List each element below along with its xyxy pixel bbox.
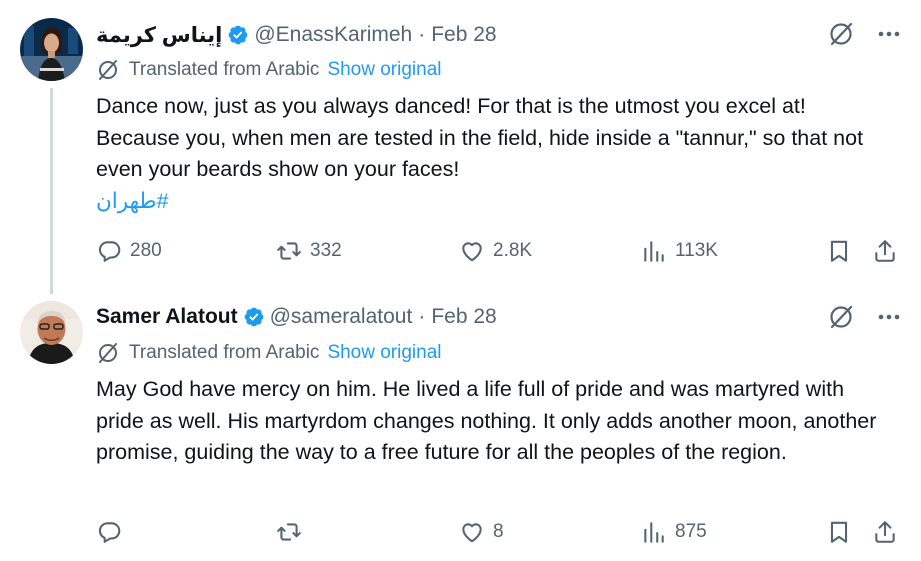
share-button[interactable]	[872, 236, 898, 266]
share-icon	[875, 521, 895, 543]
top-icons	[827, 20, 903, 48]
reply-button[interactable]	[96, 517, 130, 547]
reply-icon	[98, 241, 121, 262]
show-original-link[interactable]: Show original	[327, 342, 441, 364]
translation-note: Translated from Arabic Show original	[96, 58, 442, 82]
grok-icon[interactable]	[827, 303, 855, 331]
more-icon[interactable]	[875, 303, 903, 331]
like-button[interactable]: 2.8K	[459, 236, 532, 266]
handle[interactable]: @sameralatout	[270, 305, 413, 329]
share-icon	[875, 240, 895, 262]
hashtag-link[interactable]: #طهران	[96, 186, 889, 218]
repost-button[interactable]: 332	[276, 236, 342, 266]
views-icon	[644, 241, 664, 262]
like-icon	[462, 242, 482, 262]
bookmark-icon	[830, 521, 848, 543]
repost-count: 332	[310, 240, 342, 261]
date[interactable]: Feb 28	[431, 23, 496, 47]
bookmark-button[interactable]	[826, 236, 852, 266]
handle[interactable]: @EnassKarimeh	[254, 23, 412, 47]
views-count: 875	[675, 521, 707, 542]
grok-icon[interactable]	[827, 20, 855, 48]
date[interactable]: Feb 28	[431, 305, 496, 329]
repost-button[interactable]	[276, 517, 310, 547]
action-bar: 280 332 2.8K 113K	[96, 236, 903, 266]
tweet-text: Dance now, just as you always danced! Fo…	[96, 91, 889, 217]
repost-icon	[277, 523, 301, 541]
share-button[interactable]	[872, 517, 898, 547]
tweet-text-body: Dance now, just as you always danced! Fo…	[96, 94, 864, 181]
thread-line	[50, 88, 53, 294]
separator: ·	[418, 23, 426, 46]
display-name[interactable]: إيناس كريمة	[96, 23, 222, 48]
avatar[interactable]	[20, 301, 83, 364]
translate-icon	[96, 58, 120, 82]
like-button[interactable]: 8	[459, 517, 504, 547]
verified-badge-icon[interactable]	[227, 24, 249, 46]
views-button[interactable]: 113K	[641, 236, 718, 266]
translated-label: Translated from Arabic	[129, 59, 320, 80]
bookmark-icon	[830, 240, 848, 262]
tweet-text-body: May God have mercy on him. He lived a li…	[96, 377, 877, 464]
translate-icon	[96, 341, 120, 365]
display-name[interactable]: Samer Alatout	[96, 305, 238, 329]
more-icon[interactable]	[875, 20, 903, 48]
verified-badge-icon[interactable]	[243, 306, 265, 328]
tweet-text: May God have mercy on him. He lived a li…	[96, 374, 889, 469]
views-button[interactable]: 875	[641, 517, 707, 547]
reply-icon	[98, 522, 121, 543]
tweet-header: Samer Alatout @sameralatout · Feb 28	[96, 302, 497, 332]
like-icon	[462, 523, 482, 543]
repost-icon	[277, 242, 301, 260]
reply-count: 280	[130, 240, 162, 261]
tweet-header: إيناس كريمة @EnassKarimeh · Feb 28	[96, 20, 497, 50]
top-icons	[827, 303, 903, 331]
separator: ·	[418, 305, 426, 328]
bookmark-button[interactable]	[826, 517, 852, 547]
tweet[interactable]: Samer Alatout @sameralatout · Feb 28 Tra…	[0, 285, 921, 561]
avatar[interactable]	[20, 18, 83, 81]
like-count: 8	[493, 521, 504, 542]
views-count: 113K	[675, 240, 718, 261]
reply-button[interactable]: 280	[96, 236, 162, 266]
action-bar: 8 875	[96, 517, 903, 547]
translation-note: Translated from Arabic Show original	[96, 341, 442, 365]
views-icon	[644, 522, 664, 543]
show-original-link[interactable]: Show original	[327, 59, 441, 81]
tweet[interactable]: إيناس كريمة @EnassKarimeh · Feb 28 Trans…	[0, 0, 921, 294]
translated-label: Translated from Arabic	[129, 342, 320, 363]
like-count: 2.8K	[493, 240, 533, 261]
